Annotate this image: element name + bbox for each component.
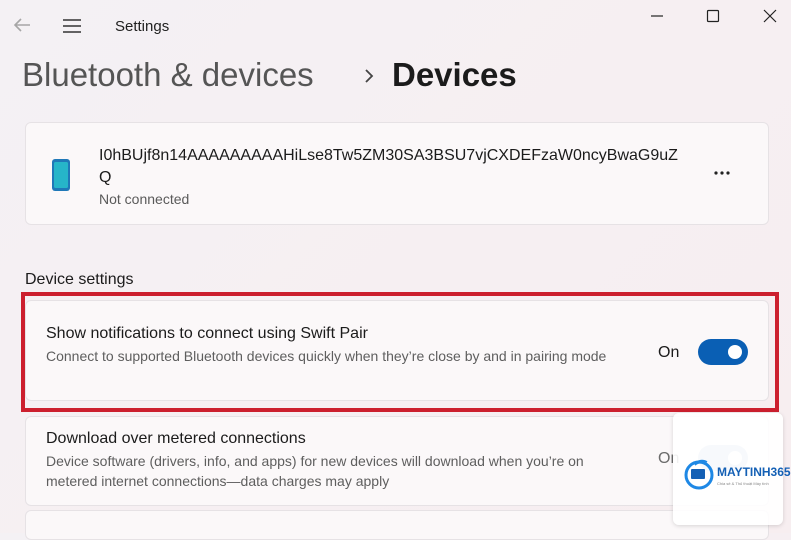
swift-pair-title: Show notifications to connect using Swif… — [46, 325, 368, 342]
more-options-icon[interactable] — [710, 161, 734, 185]
section-title: Device settings — [25, 271, 134, 288]
app-title: Settings — [115, 18, 170, 35]
title-bar: Settings — [0, 0, 791, 52]
swift-pair-setting: Show notifications to connect using Swif… — [25, 300, 769, 401]
breadcrumb-parent[interactable]: Bluetooth & devices — [22, 56, 314, 94]
watermark-tagline: Chia sẻ & Thủ thuật Máy tính — [717, 481, 769, 486]
metered-setting: Download over metered connections Device… — [25, 416, 769, 506]
device-card[interactable]: I0hBUjf8n14AAAAAAAAAHiLse8Tw5ZM30SA3BSU7… — [25, 122, 769, 225]
page-title: Devices — [392, 56, 517, 93]
swift-pair-toggle[interactable] — [698, 339, 748, 365]
toggle-knob — [728, 345, 742, 359]
close-icon[interactable] — [758, 4, 782, 28]
back-arrow-icon[interactable] — [10, 13, 34, 37]
watermark: MAYTINH365 Chia sẻ & Thủ thuật Máy tính — [673, 413, 791, 525]
chevron-right-icon — [365, 69, 374, 83]
device-name: I0hBUjf8n14AAAAAAAAAHiLse8Tw5ZM30SA3BSU7… — [99, 147, 678, 186]
phone-icon — [52, 159, 70, 191]
hamburger-menu-icon[interactable] — [60, 14, 84, 38]
device-status: Not connected — [99, 191, 190, 207]
next-setting-card — [25, 510, 769, 540]
watermark-brand: MAYTINH365 — [717, 465, 791, 479]
minimize-icon[interactable] — [645, 4, 669, 28]
maximize-icon[interactable] — [701, 4, 725, 28]
metered-title: Download over metered connections — [46, 430, 306, 447]
swift-pair-description: Connect to supported Bluetooth devices q… — [46, 348, 607, 364]
maytinh365-logo-icon — [684, 459, 714, 490]
metered-description: Device software (drivers, info, and apps… — [46, 453, 584, 489]
swift-pair-state: On — [658, 344, 680, 361]
